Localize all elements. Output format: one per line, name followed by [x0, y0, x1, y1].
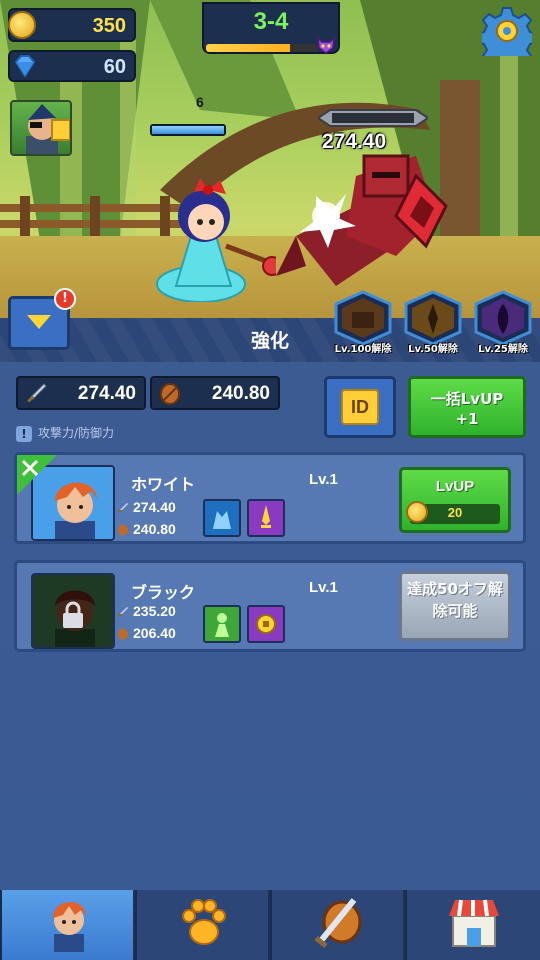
- hero-skill-slot[interactable]: [247, 499, 285, 537]
- hero-level: Lv.1: [309, 579, 338, 596]
- hero-skill-slot[interactable]: [247, 605, 285, 643]
- total-attack-value: 274.40: [77, 383, 136, 404]
- hero-defense-value: 206.40: [133, 625, 176, 641]
- total-defense-value: 240.80: [211, 383, 270, 404]
- hero-attack-value: 274.40: [133, 499, 176, 515]
- archer-skill-icon: [215, 613, 229, 637]
- skill-unlock-label: Lv.50解除: [408, 344, 458, 355]
- stage-number: 3-4: [253, 8, 289, 35]
- equipped-crossed-swords-icon: [17, 455, 57, 495]
- skill-slot-lv100[interactable]: Lv.100解除: [330, 290, 396, 356]
- stat-note: ! 攻撃力/防御力: [16, 424, 114, 442]
- lvup-cost-value: 20: [447, 505, 463, 520]
- stage-indicator: 3-4: [202, 2, 340, 54]
- id-card-icon: ID: [341, 389, 379, 425]
- lock-icon: [63, 601, 83, 628]
- settings-gear-icon[interactable]: [482, 6, 532, 56]
- locked-warrior-skill-icon: [404, 290, 462, 346]
- leader-hero-portrait[interactable]: [10, 100, 72, 156]
- ally-count-label: 6: [196, 94, 204, 110]
- shield-icon: [160, 383, 180, 405]
- hero-card-black: ブラック Lv.1 235.20 206.40 達成50オフ解除可能: [14, 560, 526, 652]
- lvup-label: LvUP: [435, 478, 475, 495]
- total-defense-display: 240.80: [150, 376, 280, 410]
- hero-defense: 240.80: [117, 521, 176, 537]
- gem-counter: 60: [8, 50, 136, 82]
- skill-slot-lv25[interactable]: Lv.25解除: [470, 290, 536, 356]
- red-knight-monster-sprite: [276, 154, 448, 286]
- skill-unlock-label: Lv.25解除: [478, 344, 528, 355]
- locked-shadow-skill-icon: [474, 290, 532, 346]
- tab-shop[interactable]: [405, 890, 540, 960]
- stat-note-text: 攻撃力/防御力: [38, 426, 115, 440]
- paw-icon: [182, 899, 226, 945]
- hero-attack: 235.20: [117, 603, 176, 619]
- dagger-skill-icon: [261, 505, 271, 528]
- ally-hp-fill: [152, 126, 224, 134]
- hero-attack: 274.40: [117, 499, 176, 515]
- total-attack-display: 274.40: [16, 376, 146, 410]
- hero-avatar-black[interactable]: [31, 573, 115, 649]
- princess-hero-sprite: [156, 178, 276, 302]
- alert-badge: !: [54, 288, 76, 310]
- enemy-hp-bar: [318, 109, 428, 127]
- sword-icon: [27, 383, 47, 403]
- hero-name: ホワイト: [131, 475, 196, 494]
- id-card-button[interactable]: ID: [324, 376, 396, 438]
- coin-skill-icon: [256, 614, 276, 634]
- hero-level: Lv.1: [309, 471, 338, 488]
- shop-icon: [449, 899, 499, 947]
- bulk-lvup-button[interactable]: 一括LvUP +1: [408, 376, 526, 438]
- sword-shield-icon: [314, 898, 362, 948]
- skill-unlock-label: Lv.100解除: [334, 344, 392, 355]
- hero-icon: [53, 901, 86, 952]
- enemy-hp-value: 274.40: [322, 130, 387, 153]
- shield-icon: [118, 628, 128, 640]
- coin-counter: 350: [8, 8, 136, 42]
- coin-amount: 350: [92, 15, 126, 37]
- hero-skill-slot[interactable]: [203, 499, 241, 537]
- info-icon: !: [16, 425, 32, 442]
- stage-progress-fill: [206, 44, 290, 52]
- eyepatch-hero-avatar: [26, 104, 70, 154]
- locked-chest-skill-icon: [334, 290, 392, 346]
- tab-pets[interactable]: [135, 890, 268, 960]
- hero-skill-slot[interactable]: [203, 605, 241, 643]
- locked-unlock-button[interactable]: 達成50オフ解除可能: [399, 571, 511, 641]
- hero-card-white: ホワイト Lv.1 274.40 240.80 LvUP 20: [14, 452, 526, 544]
- tab-equipment[interactable]: [270, 890, 403, 960]
- hero-defense-value: 240.80: [133, 521, 176, 537]
- boss-demon-icon: [317, 36, 335, 54]
- hero-defense: 206.40: [117, 625, 176, 641]
- shield-icon: [118, 524, 128, 536]
- sword-icon: [118, 503, 128, 513]
- bulk-lvup-amount: +1: [455, 410, 479, 428]
- bulk-lvup-label: 一括LvUP: [430, 390, 504, 408]
- tab-heroes[interactable]: [0, 890, 133, 960]
- bottom-nav: [0, 890, 540, 960]
- gem-amount: 60: [103, 56, 126, 78]
- coin-icon: [8, 11, 36, 39]
- sword-icon: [118, 607, 128, 617]
- lvup-button[interactable]: LvUP 20: [399, 467, 511, 533]
- stage-progress-bar: [206, 44, 318, 52]
- hero-name: ブラック: [131, 583, 196, 602]
- gem-icon: [14, 55, 36, 78]
- wolf-skill-icon: [213, 511, 231, 529]
- locked-unlock-label: 達成50オフ解除可能: [407, 580, 503, 620]
- lvup-cost: 20: [406, 501, 500, 524]
- chevron-down-icon: [27, 315, 51, 329]
- skill-slot-lv50[interactable]: Lv.50解除: [400, 290, 466, 356]
- hero-attack-value: 235.20: [133, 603, 176, 619]
- ally-hp-bar: [150, 124, 226, 136]
